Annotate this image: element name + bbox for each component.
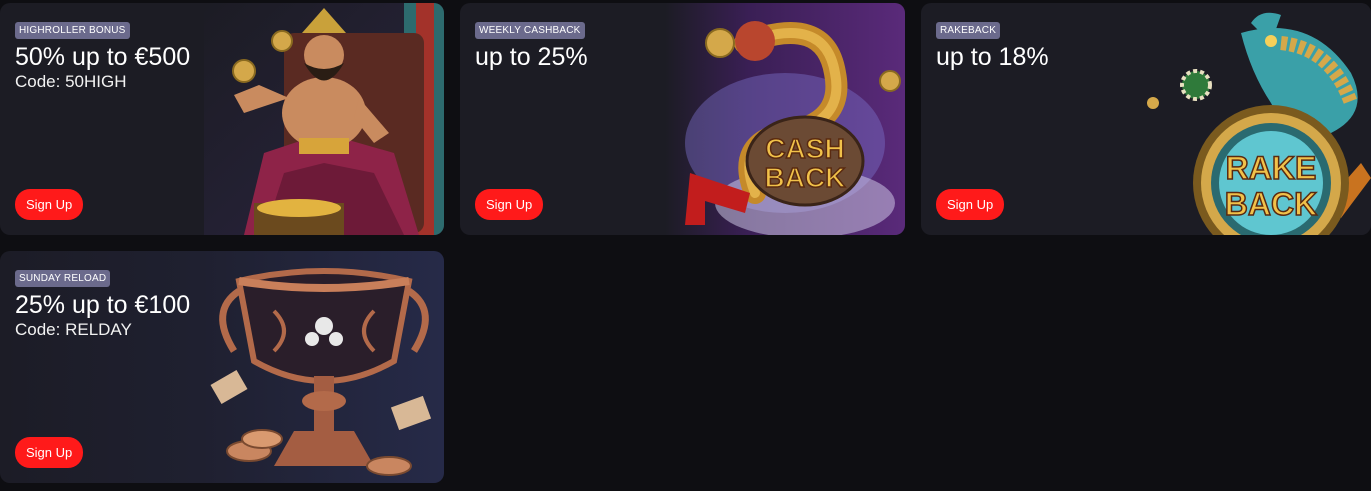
promo-headline: up to 25% — [475, 43, 588, 71]
promo-card-weekly-cashback[interactable]: CASH BACK WEEKLY CASHBACK up to 25% Sign… — [460, 3, 905, 235]
cashback-dragon-illustration: CASH BACK — [665, 3, 905, 235]
promo-code: Code: RELDAY — [15, 320, 132, 339]
promo-headline: up to 18% — [936, 43, 1049, 71]
promo-headline: 50% up to €500 — [15, 43, 191, 71]
sign-up-button[interactable]: Sign Up — [936, 189, 1005, 220]
sign-up-button[interactable]: Sign Up — [15, 437, 84, 468]
promo-badge: HIGHROLLER BONUS — [15, 22, 130, 39]
promo-card-rakeback[interactable]: RAKE BACK RAKEBACK up to 18% Sign Up — [921, 3, 1371, 235]
emperor-illustration — [204, 3, 444, 235]
promo-code: Code: 50HIGH — [15, 72, 127, 91]
promo-card-highroller[interactable]: HIGHROLLER BONUS 50% up to €500 Code: 50… — [0, 3, 444, 235]
promotions-grid: HIGHROLLER BONUS 50% up to €500 Code: 50… — [0, 0, 1371, 491]
promo-card-sunday-reload[interactable]: SUNDAY RELOAD 25% up to €100 Code: RELDA… — [0, 251, 444, 483]
promo-badge: SUNDAY RELOAD — [15, 270, 111, 287]
rakeback-art-line1: RAKE — [1226, 150, 1317, 186]
cashback-art-line1: CASH — [765, 133, 844, 164]
cashback-art-line2: BACK — [765, 162, 846, 193]
rakeback-koi-illustration: RAKE BACK — [1131, 3, 1371, 235]
rakeback-art-line2: BACK — [1225, 186, 1317, 222]
promo-badge: RAKEBACK — [936, 22, 1001, 39]
promo-headline: 25% up to €100 — [15, 291, 191, 319]
sign-up-button[interactable]: Sign Up — [15, 189, 84, 220]
trophy-cup-illustration — [210, 268, 432, 476]
sign-up-button[interactable]: Sign Up — [475, 189, 544, 220]
promo-badge: WEEKLY CASHBACK — [475, 22, 585, 39]
